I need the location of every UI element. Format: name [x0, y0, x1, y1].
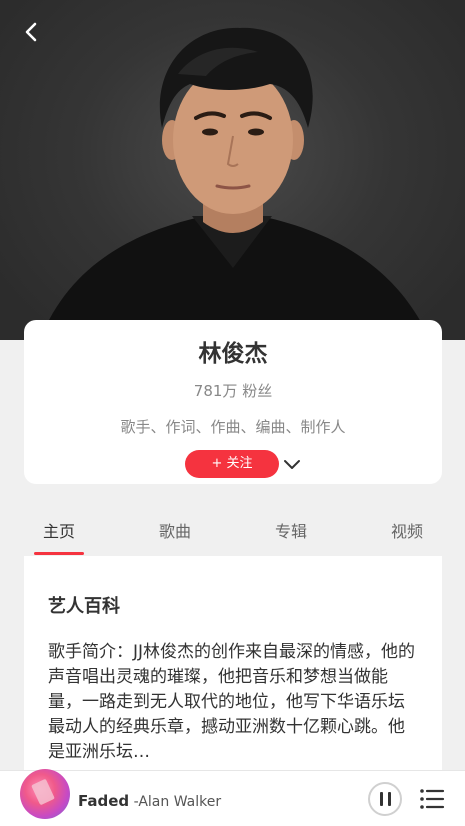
artist-encyclopedia-card[interactable]: 艺人百科 歌手简介：JJ林俊杰的创作来自最深的情感，他的声音唱出灵魂的璀璨，他把…	[24, 556, 442, 776]
mini-player[interactable]: Faded -Alan Walker	[0, 769, 465, 826]
expand-button[interactable]	[281, 453, 303, 475]
song-artist: -Alan Walker	[129, 794, 222, 810]
wiki-intro-text: 歌手简介：JJ林俊杰的创作来自最深的情感，他的声音唱出灵魂的璀璨，他把音乐和梦想…	[48, 642, 416, 762]
chevron-left-icon	[25, 22, 37, 42]
song-title: Faded	[78, 792, 130, 810]
tab-albums[interactable]: 专辑	[251, 518, 331, 542]
tab-songs[interactable]: 歌曲	[135, 518, 215, 542]
playlist-icon	[420, 789, 445, 809]
tab-videos[interactable]: 视频	[367, 518, 447, 542]
artist-tabs: 主页 歌曲 专辑 视频	[0, 508, 465, 556]
album-cover[interactable]	[20, 769, 70, 819]
artist-roles: 歌手、作词、作曲、编曲、制作人	[120, 418, 346, 436]
chevron-down-icon	[284, 460, 300, 469]
wiki-title: 艺人百科	[48, 596, 120, 617]
fans-count: 781万 粉丝	[193, 382, 273, 400]
artist-cover-photo	[0, 0, 465, 340]
artist-info-card: 林俊杰 781万 粉丝 歌手、作词、作曲、编曲、制作人 + 关注	[24, 320, 442, 484]
active-tab-indicator	[34, 552, 84, 555]
artist-portrait	[40, 27, 430, 340]
pause-icon	[377, 792, 393, 806]
now-playing-info[interactable]: Faded -Alan Walker	[78, 792, 221, 810]
tab-home[interactable]: 主页	[19, 518, 99, 542]
follow-row: + 关注	[24, 450, 442, 478]
artist-name: 林俊杰	[198, 341, 268, 367]
playlist-button[interactable]	[418, 785, 446, 813]
pause-button[interactable]	[368, 782, 402, 816]
album-cover-graphic	[31, 778, 55, 806]
back-button[interactable]	[14, 14, 50, 50]
follow-button[interactable]: + 关注	[185, 450, 279, 478]
